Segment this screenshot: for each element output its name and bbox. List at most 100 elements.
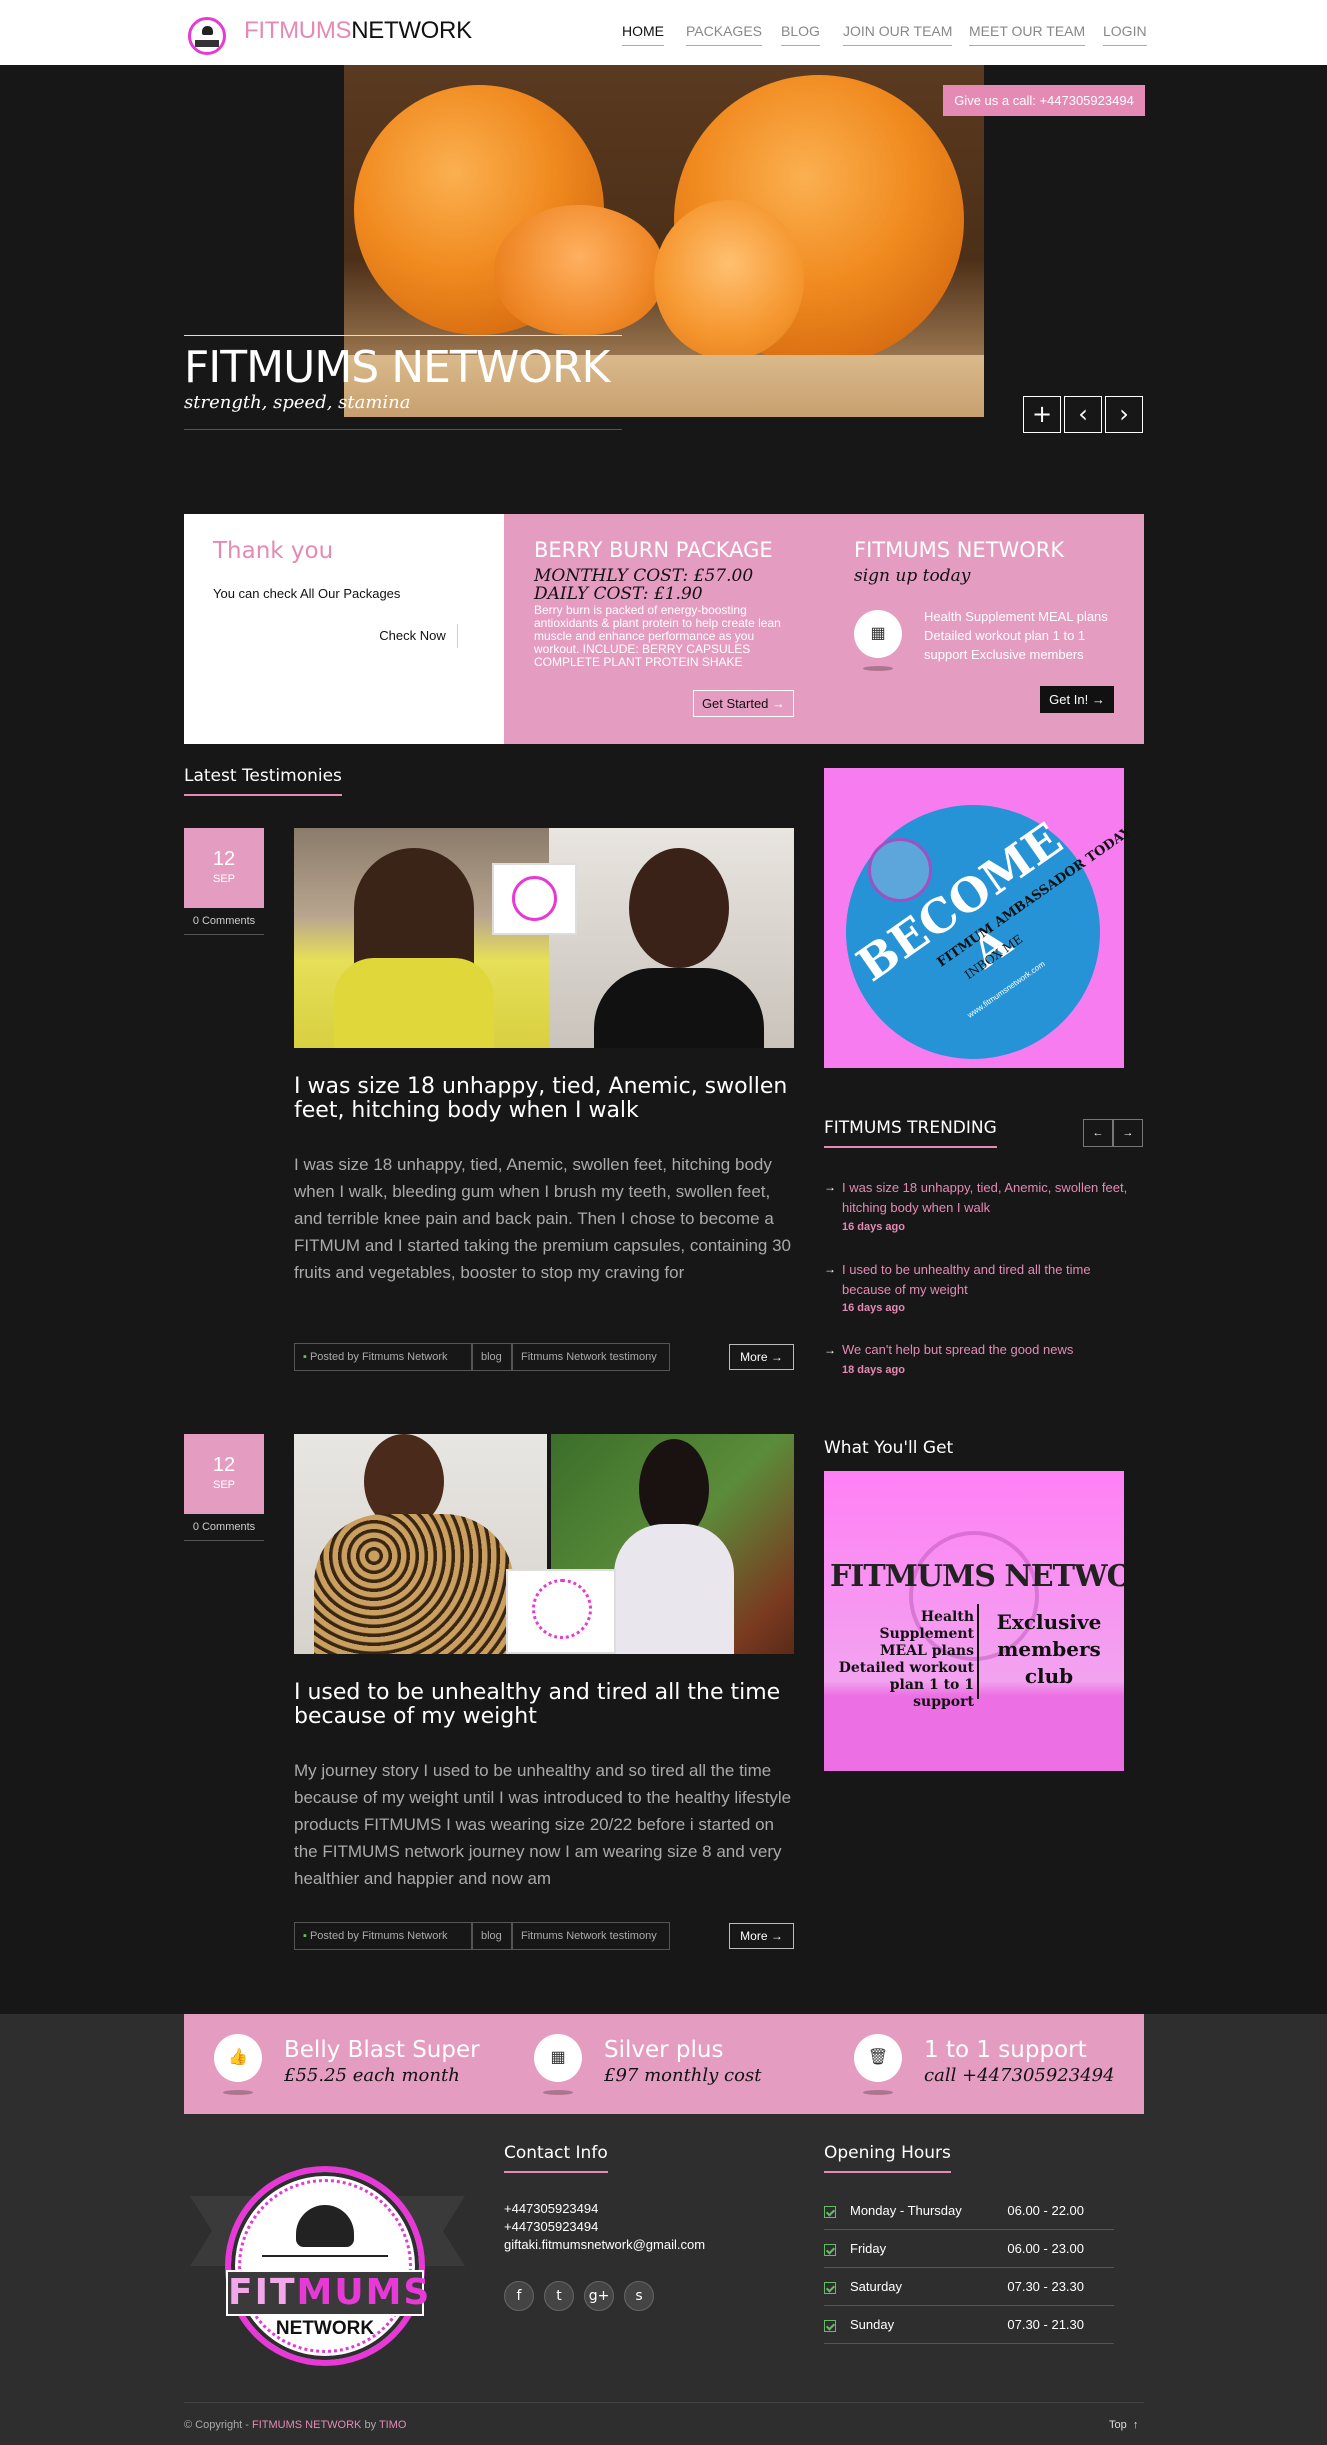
berry-daily: DAILY COST: £1.90	[534, 584, 703, 604]
back-to-top-link[interactable]: Top ↑	[1109, 2419, 1138, 2431]
berry-description: Berry burn is packed of energy-boosting …	[534, 603, 781, 669]
thank-text: You can check All Our Packages	[213, 586, 401, 601]
hero-divider-bottom	[184, 429, 622, 430]
trending-link[interactable]: I was size 18 unhappy, tied, Anemic, swo…	[842, 1178, 1132, 1218]
article-thumbnail[interactable]	[294, 828, 794, 1048]
feature-subtitle: £55.25 each month	[284, 2065, 460, 2086]
nav-meet-our-team[interactable]: MEET OUR TEAM	[969, 23, 1086, 46]
article-title[interactable]: I used to be unhealthy and tired all the…	[294, 1681, 794, 1729]
nav-login[interactable]: LOGIN	[1103, 23, 1147, 46]
signup-subtitle: sign up today	[854, 566, 971, 586]
comments-link[interactable]: 0 Comments	[184, 1514, 264, 1541]
trending-prev-button[interactable]: ←	[1083, 1119, 1113, 1147]
posted-by-text: Posted by Fitmums Network	[309, 1351, 448, 1363]
checkbox-icon	[824, 2281, 836, 2294]
nav-packages[interactable]: PACKAGES	[686, 23, 762, 46]
get-image-left: Health Supplement MEAL plans Detailed wo…	[838, 1609, 974, 1710]
trending-link[interactable]: I used to be unhealthy and tired all the…	[842, 1260, 1132, 1300]
contact-email[interactable]: giftaki.fitmumsnetwork@gmail.com	[504, 2236, 705, 2254]
slider-prev-button[interactable]: ‹	[1064, 396, 1102, 433]
ambassador-logo-icon	[868, 838, 932, 902]
get-in-button[interactable]: Get In! →	[1040, 686, 1114, 713]
feature-title: Belly Blast Super	[284, 2037, 480, 2063]
trending-next-button[interactable]: →	[1113, 1119, 1143, 1147]
berry-monthly: MONTHLY COST: £57.00	[534, 566, 754, 586]
hours-day: Saturday	[850, 2279, 903, 2294]
hours-time: 06.00 - 23.00	[1007, 2241, 1084, 2256]
badge-wordmark: FITMUMS	[226, 2270, 429, 2316]
more-button[interactable]: More →	[729, 1923, 794, 1949]
hero-title: FITMUMS NETWORK	[184, 342, 610, 393]
posted-by-text: Posted by Fitmums Network	[309, 1930, 448, 1942]
slider-next-button[interactable]: ›	[1105, 396, 1143, 433]
packages-panel: BERRY BURN PACKAGE MONTHLY COST: £57.00 …	[504, 514, 1144, 744]
comments-link[interactable]: 0 Comments	[184, 908, 264, 935]
logo-icon[interactable]	[188, 17, 226, 55]
thank-title: Thank you	[213, 538, 334, 564]
icon-shadow	[863, 2090, 893, 2095]
article-thumbnail[interactable]	[294, 1434, 794, 1654]
site-logo[interactable]: FITMUMSNETWORK	[244, 17, 472, 45]
features-strip: 👍 Belly Blast Super £55.25 each month ▦ …	[184, 2014, 1144, 2114]
trending-link[interactable]: We can't help but spread the good news	[842, 1340, 1132, 1360]
arrow-up-icon: ↑	[1132, 2419, 1139, 2431]
check-now-button[interactable]: Check Now	[368, 624, 458, 648]
arrow-right-icon: →	[1091, 692, 1105, 707]
twitter-icon[interactable]: t	[544, 2281, 574, 2311]
icon-shadow	[863, 666, 893, 671]
tag-blog[interactable]: blog	[472, 1922, 512, 1950]
what-youll-get-image[interactable]: FITMUMS NETWORK Health Supplement MEAL p…	[824, 1471, 1124, 1771]
feature-title: 1 to 1 support	[924, 2037, 1087, 2063]
feature-title: Silver plus	[604, 2037, 724, 2063]
trending-heading: FITMUMS TRENDING	[824, 1118, 997, 1148]
contact-heading: Contact Info	[504, 2143, 608, 2173]
icon-shadow	[543, 2090, 573, 2095]
tag-testimony[interactable]: Fitmums Network testimony	[512, 1922, 670, 1950]
feature-subtitle: call +447305923494	[924, 2065, 1115, 2086]
facebook-icon[interactable]: f	[504, 2281, 534, 2311]
arrow-right-icon: →	[824, 1180, 836, 1194]
copyright-author-link[interactable]: TIMO	[379, 2419, 407, 2431]
slider-expand-button[interactable]: +	[1023, 396, 1061, 433]
more-button[interactable]: More →	[729, 1344, 794, 1370]
posted-by: ▪ Posted by Fitmums Network	[294, 1922, 472, 1950]
hero-subtitle: strength, speed, stamina	[184, 392, 411, 413]
copyright: © Copyright - FITMUMS NETWORK by TIMO	[184, 2419, 406, 2431]
arrow-right-icon: →	[770, 1929, 783, 1943]
signup-description: Health Supplement MEAL plans Detailed wo…	[924, 609, 1108, 662]
testimonies-heading: Latest Testimonies	[184, 766, 342, 796]
article-day: 12	[212, 1454, 236, 1476]
checkbox-icon	[824, 2243, 836, 2256]
hours-time: 06.00 - 22.00	[1007, 2203, 1084, 2218]
hours-row: Monday - Thursday 06.00 - 22.00	[824, 2192, 1114, 2230]
what-youll-get-heading: What You'll Get	[824, 1438, 954, 1458]
contact-phone-1[interactable]: +447305923494	[504, 2200, 598, 2218]
checkbox-icon	[824, 2319, 836, 2332]
arrow-right-icon: →	[824, 1343, 836, 1357]
trash-icon: 🗑	[854, 2034, 902, 2082]
hours-row: Friday 06.00 - 23.00	[824, 2230, 1114, 2268]
hours-time: 07.30 - 21.30	[1007, 2317, 1084, 2332]
tag-testimony[interactable]: Fitmums Network testimony	[512, 1343, 670, 1371]
skype-icon[interactable]: s	[624, 2281, 654, 2311]
call-button[interactable]: Give us a call: +447305923494	[943, 85, 1145, 116]
nav-home[interactable]: HOME	[622, 23, 664, 46]
posted-by: ▪ Posted by Fitmums Network	[294, 1343, 472, 1371]
article-title[interactable]: I was size 18 unhappy, tied, Anemic, swo…	[294, 1075, 794, 1123]
contact-phone-2[interactable]: +447305923494	[504, 2218, 598, 2236]
more-label: More	[740, 1929, 768, 1943]
thank-you-panel: Thank you You can check All Our Packages…	[184, 514, 504, 744]
nav-join-our-team[interactable]: JOIN OUR TEAM	[843, 23, 953, 46]
icon-shadow	[223, 2090, 253, 2095]
feature-subtitle: £97 monthly cost	[604, 2065, 762, 2086]
badge-fit: FIT	[228, 2272, 297, 2313]
nav-blog[interactable]: BLOG	[781, 23, 820, 46]
copyright-brand-link[interactable]: FITMUMS NETWORK	[252, 2419, 361, 2431]
tag-blog[interactable]: blog	[472, 1343, 512, 1371]
site-header: FITMUMSNETWORK HOME PACKAGES BLOG JOIN O…	[0, 0, 1327, 65]
hours-day: Sunday	[850, 2317, 895, 2332]
get-started-button[interactable]: Get Started →	[693, 690, 794, 717]
badge-mums: MUMS	[296, 2272, 432, 2313]
article-month: SEP	[212, 873, 235, 885]
google-plus-icon[interactable]: g+	[584, 2281, 614, 2311]
